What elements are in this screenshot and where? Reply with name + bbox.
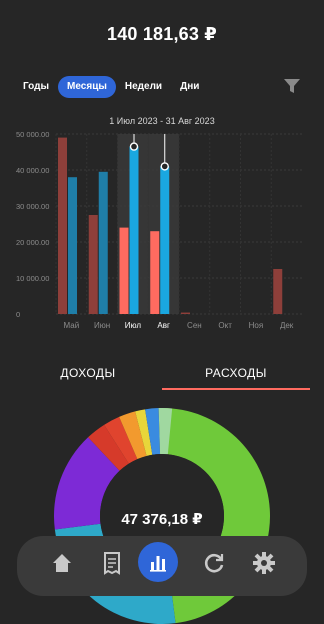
y-tick-label: 30 000.00	[16, 202, 49, 211]
settings-icon[interactable]	[251, 550, 277, 576]
y-tick-label: 40 000.00	[16, 166, 49, 175]
x-tick-label: Дек	[280, 321, 294, 330]
receipt-icon[interactable]	[99, 550, 125, 576]
type-tabs: ДОХОДЫ РАСХОДЫ	[14, 358, 310, 392]
bar-expense	[273, 269, 283, 314]
y-tick-label: 0	[16, 310, 20, 319]
bar-income	[129, 146, 139, 314]
bottom-nav	[17, 536, 307, 596]
tab-days[interactable]: Дни	[171, 76, 208, 98]
y-tick-label: 20 000.00	[16, 238, 49, 247]
y-tick-label: 10 000.00	[16, 274, 49, 283]
x-tick-label: Май	[64, 321, 80, 330]
x-tick-label: Ноя	[249, 321, 264, 330]
x-tick-label: Сен	[187, 321, 202, 330]
home-icon[interactable]	[49, 550, 75, 576]
total-balance: 140 181,63 ₽	[106, 24, 217, 44]
x-tick-label: Окт	[218, 321, 232, 330]
selection-marker	[160, 162, 169, 171]
tab-years[interactable]: Годы	[14, 76, 58, 98]
tab-weeks[interactable]: Недели	[116, 76, 171, 98]
active-tab-indicator	[162, 388, 310, 390]
x-tick-label: Июл	[125, 321, 142, 330]
period-tabs: Годы Месяцы Недели Дни	[14, 76, 208, 98]
tab-expenses[interactable]: РАСХОДЫ	[162, 358, 310, 392]
tab-income-label: ДОХОДЫ	[60, 366, 116, 380]
tab-expenses-label: РАСХОДЫ	[205, 366, 267, 380]
filter-icon[interactable]	[283, 77, 301, 95]
bar-expense	[88, 215, 98, 314]
selection-marker	[129, 142, 139, 151]
chart-tab-button[interactable]	[138, 542, 178, 582]
bar-income	[160, 166, 170, 314]
tab-months[interactable]: Месяцы	[58, 76, 116, 98]
bar-expense	[150, 231, 160, 314]
bar-expense	[181, 312, 190, 314]
y-tick-label: 50 000.00	[16, 130, 49, 139]
donut-total: 47 376,18 ₽	[121, 511, 203, 528]
bar-expense	[58, 137, 67, 314]
x-tick-label: Авг	[157, 321, 170, 330]
bar-income	[98, 171, 108, 314]
refresh-icon[interactable]	[201, 550, 227, 576]
bar-expense	[119, 227, 129, 314]
date-range: 1 Июл 2023 - 31 Авг 2023	[109, 116, 215, 126]
bar-chart[interactable]: 50 000.00 40 000.00 30 000.00 20 000.00 10 0…	[0, 128, 324, 338]
chart-icon	[150, 556, 166, 572]
tab-income[interactable]: ДОХОДЫ	[14, 358, 162, 392]
x-tick-label: Июн	[94, 321, 110, 330]
bar-income	[68, 177, 77, 314]
